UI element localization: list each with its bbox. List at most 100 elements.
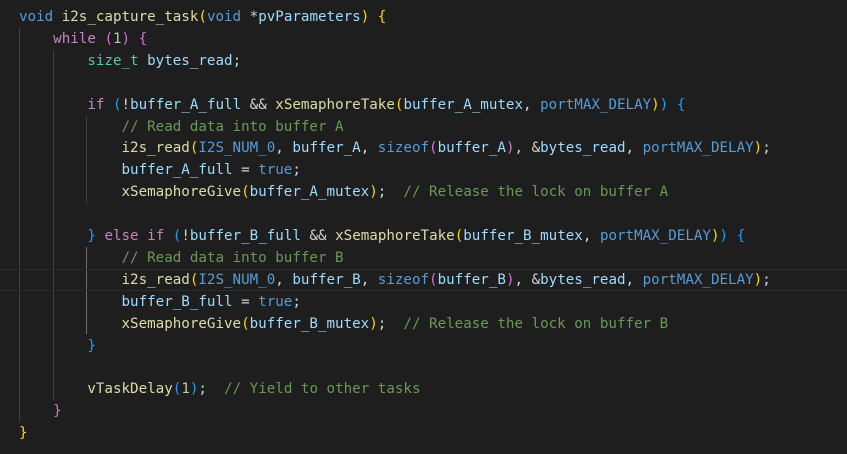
code-token: ; xyxy=(377,315,404,332)
code-token: buffer_B xyxy=(437,271,506,288)
code-line[interactable]: } else if (!buffer_B_full && xSemaphoreT… xyxy=(0,225,847,247)
code-line[interactable]: buffer_B_full = true; xyxy=(0,291,847,313)
code-token: { xyxy=(377,9,387,25)
code-token: true xyxy=(258,293,293,310)
code-editor[interactable]: void i2s_capture_task(void *pvParameters… xyxy=(0,0,847,454)
code-line[interactable] xyxy=(0,203,847,225)
code-token: ; xyxy=(232,52,242,69)
code-line[interactable]: } xyxy=(0,335,847,357)
code-line[interactable]: } xyxy=(0,422,847,444)
code-token: = xyxy=(232,162,259,179)
code-token: , xyxy=(523,96,541,113)
code-line[interactable]: size_t bytes_read; xyxy=(0,50,847,72)
code-token: , xyxy=(625,271,643,288)
code-line[interactable] xyxy=(0,72,847,94)
code-token: ) xyxy=(719,228,729,244)
code-line[interactable]: buffer_A_full = true; xyxy=(0,159,847,181)
code-token: portMAX_DELAY xyxy=(642,140,754,157)
code-token: // Yield to other tasks xyxy=(224,381,421,398)
code-token: , xyxy=(275,271,293,288)
code-token: ( xyxy=(241,184,250,201)
code-line[interactable]: vTaskDelay(1); // Yield to other tasks xyxy=(0,378,847,400)
code-token: if xyxy=(147,228,165,244)
code-line[interactable]: i2s_read(I2S_NUM_0, buffer_A, sizeof(buf… xyxy=(0,137,847,159)
code-token: * xyxy=(241,9,259,25)
code-token: size_t xyxy=(87,52,139,69)
code-line[interactable]: // Read data into buffer A xyxy=(0,116,847,138)
code-line-text: } xyxy=(19,422,28,444)
code-token: vTaskDelay xyxy=(87,381,173,398)
code-line[interactable]: void i2s_capture_task(void *pvParameters… xyxy=(0,6,847,28)
code-token: , xyxy=(360,271,378,288)
code-token: bytes_read xyxy=(540,140,626,157)
code-token: buffer_A xyxy=(292,140,361,157)
code-token: buffer_A xyxy=(437,140,506,157)
code-token: ) xyxy=(753,271,763,288)
code-token: while xyxy=(53,30,96,47)
code-token: buffer_B_full xyxy=(121,293,233,310)
code-token: portMAX_DELAY xyxy=(642,271,754,288)
code-token: i2s_read xyxy=(121,140,190,157)
code-token: true xyxy=(258,162,293,179)
code-token: } xyxy=(19,425,28,442)
code-token: = xyxy=(232,293,259,310)
code-token: portMAX_DELAY xyxy=(540,96,652,113)
code-token: ) xyxy=(659,96,669,113)
code-token: void xyxy=(206,9,242,25)
code-line[interactable]: xSemaphoreGive(buffer_A_mutex); // Relea… xyxy=(0,181,847,203)
code-token: , xyxy=(582,228,600,244)
code-token: else xyxy=(104,228,139,244)
code-token: buffer_A_full xyxy=(130,96,242,113)
code-line[interactable]: i2s_read(I2S_NUM_0, buffer_B, sizeof(buf… xyxy=(0,268,847,291)
code-token: buffer_A_mutex xyxy=(249,184,370,201)
code-token: ( xyxy=(429,271,438,288)
code-token: buffer_B_mutex xyxy=(249,315,370,332)
code-token: { xyxy=(736,228,746,244)
code-token: buffer_A_mutex xyxy=(403,96,524,113)
code-token: pvParameters xyxy=(258,9,361,25)
code-token: , xyxy=(360,140,378,157)
code-token: ( xyxy=(112,96,122,113)
code-line-text: if (!buffer_A_full && xSemaphoreTake(buf… xyxy=(19,94,685,116)
code-token: ; xyxy=(762,271,771,288)
code-line[interactable]: xSemaphoreGive(buffer_B_mutex); // Relea… xyxy=(0,313,847,335)
code-line[interactable]: while (1) { xyxy=(0,28,847,50)
code-token: } xyxy=(87,337,96,354)
code-line-text: vTaskDelay(1); // Yield to other tasks xyxy=(19,378,421,400)
code-token: ; xyxy=(377,184,404,201)
code-token: // Release the lock on buffer B xyxy=(403,315,669,332)
code-line-text: void i2s_capture_task(void *pvParameters… xyxy=(19,6,386,28)
code-token: && xyxy=(241,96,276,113)
code-token: I2S_NUM_0 xyxy=(198,271,276,288)
code-line-text: } else if (!buffer_B_full && xSemaphoreT… xyxy=(19,225,745,247)
code-token: xSemaphoreGive xyxy=(121,315,242,332)
code-token: 1 xyxy=(181,381,190,398)
code-line-text: xSemaphoreGive(buffer_A_mutex); // Relea… xyxy=(19,181,669,203)
code-token: sizeof xyxy=(377,140,430,157)
code-token: && xyxy=(300,228,336,244)
code-line[interactable]: if (!buffer_A_full && xSemaphoreTake(buf… xyxy=(0,94,847,116)
code-line[interactable]: } xyxy=(0,400,847,422)
code-token: // Release the lock on buffer A xyxy=(403,184,669,201)
code-token: ( xyxy=(454,228,464,244)
code-line[interactable] xyxy=(0,356,847,378)
code-token: // Read data into buffer A xyxy=(121,118,344,135)
code-token: ( xyxy=(429,140,438,157)
code-token: void xyxy=(19,9,54,25)
code-token: ; xyxy=(292,162,301,179)
code-token: buffer_A_full xyxy=(121,162,233,179)
code-token: , & xyxy=(514,271,541,288)
code-line[interactable]: // Read data into buffer B xyxy=(0,247,847,269)
